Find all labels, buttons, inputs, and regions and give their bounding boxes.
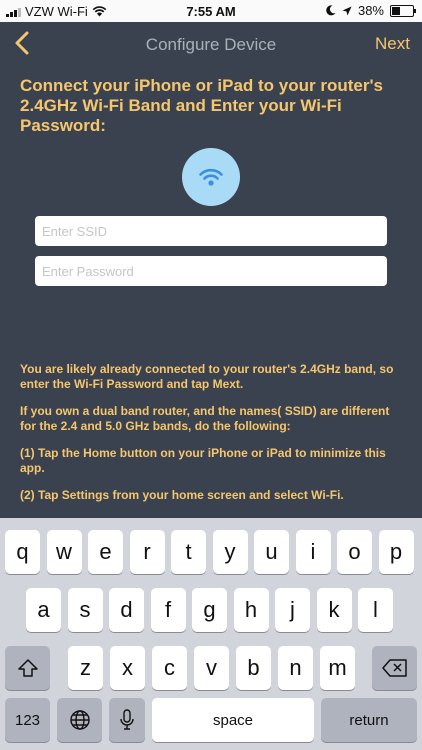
key-e[interactable]: e xyxy=(88,530,123,574)
key-p[interactable]: p xyxy=(378,530,414,574)
key-j[interactable]: j xyxy=(275,588,310,632)
password-input[interactable] xyxy=(35,256,387,286)
space-key[interactable]: space xyxy=(152,698,314,742)
info-paragraph: (1) Tap the Home button on your iPhone o… xyxy=(20,446,386,475)
key-c[interactable]: c xyxy=(152,646,187,690)
key-f[interactable]: f xyxy=(150,588,186,632)
microphone-key[interactable] xyxy=(109,698,145,742)
keyboard: q w e r t y u i o p a s d f g h j k l z x c v b n m 123 space return xyxy=(0,518,422,750)
key-m[interactable]: m xyxy=(320,646,355,690)
info-paragraph: You are likely already connected to your… xyxy=(20,362,394,391)
delete-key[interactable] xyxy=(372,646,417,690)
wifi-icon xyxy=(182,148,240,206)
key-z[interactable]: z xyxy=(68,646,103,690)
key-x[interactable]: x xyxy=(110,646,145,690)
moon-icon xyxy=(326,5,336,16)
numbers-key[interactable]: 123 xyxy=(5,698,50,742)
battery-icon xyxy=(390,4,416,17)
key-k[interactable]: k xyxy=(316,588,352,632)
key-q[interactable]: q xyxy=(5,530,40,574)
globe-key[interactable] xyxy=(57,698,102,742)
key-t[interactable]: t xyxy=(171,530,206,574)
globe-icon xyxy=(69,710,90,730)
key-w[interactable]: w xyxy=(46,530,82,574)
key-r[interactable]: r xyxy=(129,530,165,574)
page-title: Configure Device xyxy=(145,35,277,54)
location-icon xyxy=(342,6,352,15)
microphone-icon xyxy=(120,709,134,730)
key-d[interactable]: d xyxy=(109,588,144,632)
battery-percent: 38% xyxy=(357,3,384,18)
return-key[interactable]: return xyxy=(321,698,417,742)
key-g[interactable]: g xyxy=(192,588,227,632)
info-paragraph: (2) Tap Settings from your home screen a… xyxy=(20,488,344,502)
info-paragraph: If you own a dual band router, and the n… xyxy=(20,404,390,433)
status-bar: VZW Wi-Fi 7:55 AM 38% xyxy=(0,0,422,22)
ssid-input[interactable] xyxy=(35,216,387,246)
key-b[interactable]: b xyxy=(236,646,271,690)
instructions-headline: Connect your iPhone or iPad to your rout… xyxy=(20,76,383,135)
shift-icon xyxy=(17,659,38,677)
key-h[interactable]: h xyxy=(233,588,269,632)
key-n[interactable]: n xyxy=(278,646,313,690)
key-l[interactable]: l xyxy=(358,588,393,632)
key-s[interactable]: s xyxy=(67,588,103,632)
key-v[interactable]: v xyxy=(194,646,229,690)
shift-key[interactable] xyxy=(5,646,50,690)
key-u[interactable]: u xyxy=(254,530,289,574)
next-button[interactable]: Next xyxy=(375,34,410,54)
delete-icon xyxy=(381,659,407,677)
key-a[interactable]: a xyxy=(26,588,61,632)
key-y[interactable]: y xyxy=(212,530,248,574)
info-text: You are likely already connected to your… xyxy=(20,362,404,515)
nav-bar: Configure Device Next xyxy=(0,22,422,66)
key-i[interactable]: i xyxy=(295,530,331,574)
key-o[interactable]: o xyxy=(337,530,372,574)
